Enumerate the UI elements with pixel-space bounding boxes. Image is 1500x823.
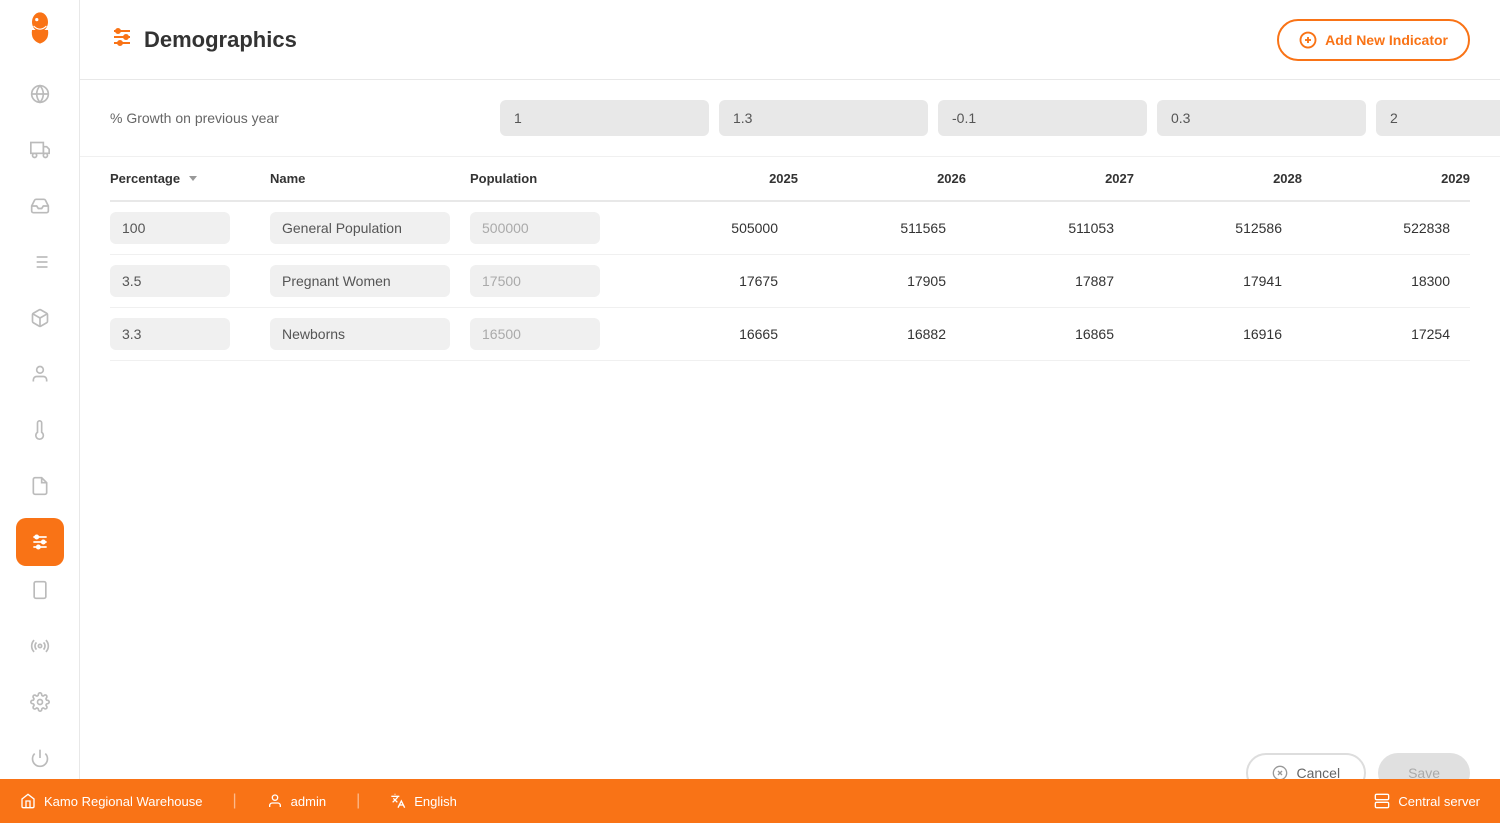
row2-2028: 17941 <box>1134 273 1302 289</box>
sidebar-item-settings[interactable] <box>16 678 64 726</box>
row2-2027: 17887 <box>966 273 1134 289</box>
warehouse-name: Kamo Regional Warehouse <box>80 794 203 809</box>
row3-name-input[interactable] <box>270 318 450 350</box>
row2-2029: 18300 <box>1302 273 1470 289</box>
user-name: admin <box>291 794 326 809</box>
col-percentage: Percentage <box>110 171 270 186</box>
sidebar-item-thermometer[interactable] <box>16 406 64 454</box>
growth-label: % Growth on previous year <box>110 110 500 126</box>
row3-2026: 16882 <box>798 326 966 342</box>
sidebar-item-person[interactable] <box>16 350 64 398</box>
sidebar-item-box[interactable] <box>16 294 64 342</box>
row2-percentage-input[interactable] <box>110 265 230 297</box>
page-header: Demographics Add New Indicator <box>80 0 1500 80</box>
statusbar-language: English <box>390 793 457 809</box>
row3-percentage-input[interactable] <box>110 318 230 350</box>
sidebar-bottom <box>16 566 64 782</box>
sidebar-item-inbox[interactable] <box>16 182 64 230</box>
row2-population-input[interactable] <box>470 265 600 297</box>
row1-2027: 511053 <box>966 220 1134 236</box>
row2-population <box>470 265 630 297</box>
sidebar-item-truck[interactable] <box>16 126 64 174</box>
add-indicator-button[interactable]: Add New Indicator <box>1277 19 1470 61</box>
row2-percentage <box>110 265 270 297</box>
server-name: Central server <box>1398 794 1480 809</box>
sidebar-item-globe[interactable] <box>16 70 64 118</box>
growth-input-2028[interactable] <box>1157 100 1366 136</box>
add-indicator-label: Add New Indicator <box>1325 32 1448 48</box>
sidebar-item-tablet[interactable] <box>16 566 64 614</box>
row3-population-input[interactable] <box>470 318 600 350</box>
language-name: English <box>414 794 457 809</box>
row3-population <box>470 318 630 350</box>
statusbar-divider1: | <box>233 792 237 810</box>
row1-percentage <box>110 212 270 244</box>
growth-input-2025[interactable] <box>500 100 709 136</box>
sidebar <box>0 0 80 823</box>
row1-2029: 522838 <box>1302 220 1470 236</box>
row3-name <box>270 318 470 350</box>
sidebar-item-power[interactable] <box>16 734 64 782</box>
statusbar-user: admin <box>267 793 326 809</box>
col-2026: 2026 <box>798 171 966 186</box>
table-row: 505000 511565 511053 512586 522838 <box>110 202 1470 255</box>
growth-input-2027[interactable] <box>938 100 1147 136</box>
data-table: Percentage Name Population 2025 2026 <box>80 157 1500 361</box>
row1-2026: 511565 <box>798 220 966 236</box>
page-title-group: Demographics <box>110 25 297 55</box>
sidebar-item-broadcast[interactable] <box>16 622 64 670</box>
sidebar-nav <box>16 70 64 566</box>
app-logo <box>16 10 64 50</box>
row3-2027: 16865 <box>966 326 1134 342</box>
col-2028: 2028 <box>1134 171 1302 186</box>
row2-name-input[interactable] <box>270 265 450 297</box>
row2-name <box>270 265 470 297</box>
col-2027: 2027 <box>966 171 1134 186</box>
growth-input-2026[interactable] <box>719 100 928 136</box>
sidebar-item-document[interactable] <box>16 462 64 510</box>
row1-2028: 512586 <box>1134 220 1302 236</box>
row2-2026: 17905 <box>798 273 966 289</box>
growth-input-2029[interactable] <box>1376 100 1500 136</box>
sort-icon <box>188 171 198 186</box>
row1-name <box>270 212 470 244</box>
page-title: Demographics <box>144 27 297 53</box>
row3-2029: 17254 <box>1302 326 1470 342</box>
row3-percentage <box>110 318 270 350</box>
row1-name-input[interactable] <box>270 212 450 244</box>
col-2025: 2025 <box>630 171 798 186</box>
row1-percentage-input[interactable] <box>110 212 230 244</box>
table-header: Percentage Name Population 2025 2026 <box>110 157 1470 202</box>
sidebar-item-list[interactable] <box>16 238 64 286</box>
row3-2025: 16665 <box>630 326 798 342</box>
main-content: Demographics Add New Indicator % Growth … <box>80 0 1500 823</box>
growth-row: % Growth on previous year <box>80 80 1500 157</box>
statusbar-server: Central server <box>1374 793 1480 809</box>
table-row: 17675 17905 17887 17941 18300 <box>110 255 1470 308</box>
statusbar-divider2: | <box>356 792 360 810</box>
demographics-icon <box>110 25 134 55</box>
row1-population <box>470 212 630 244</box>
row2-2025: 17675 <box>630 273 798 289</box>
col-population: Population <box>470 171 630 186</box>
col-name: Name <box>270 171 470 186</box>
statusbar-warehouse: Kamo Regional Warehouse <box>80 793 203 809</box>
statusbar: Kamo Regional Warehouse | admin | Englis… <box>80 779 1500 823</box>
row1-population-input[interactable] <box>470 212 600 244</box>
content-area: % Growth on previous year Percentage <box>80 80 1500 823</box>
growth-inputs <box>500 100 1500 136</box>
sidebar-item-sliders[interactable] <box>16 518 64 566</box>
col-2029: 2029 <box>1302 171 1470 186</box>
table-row: 16665 16882 16865 16916 17254 <box>110 308 1470 361</box>
row1-2025: 505000 <box>630 220 798 236</box>
row3-2028: 16916 <box>1134 326 1302 342</box>
